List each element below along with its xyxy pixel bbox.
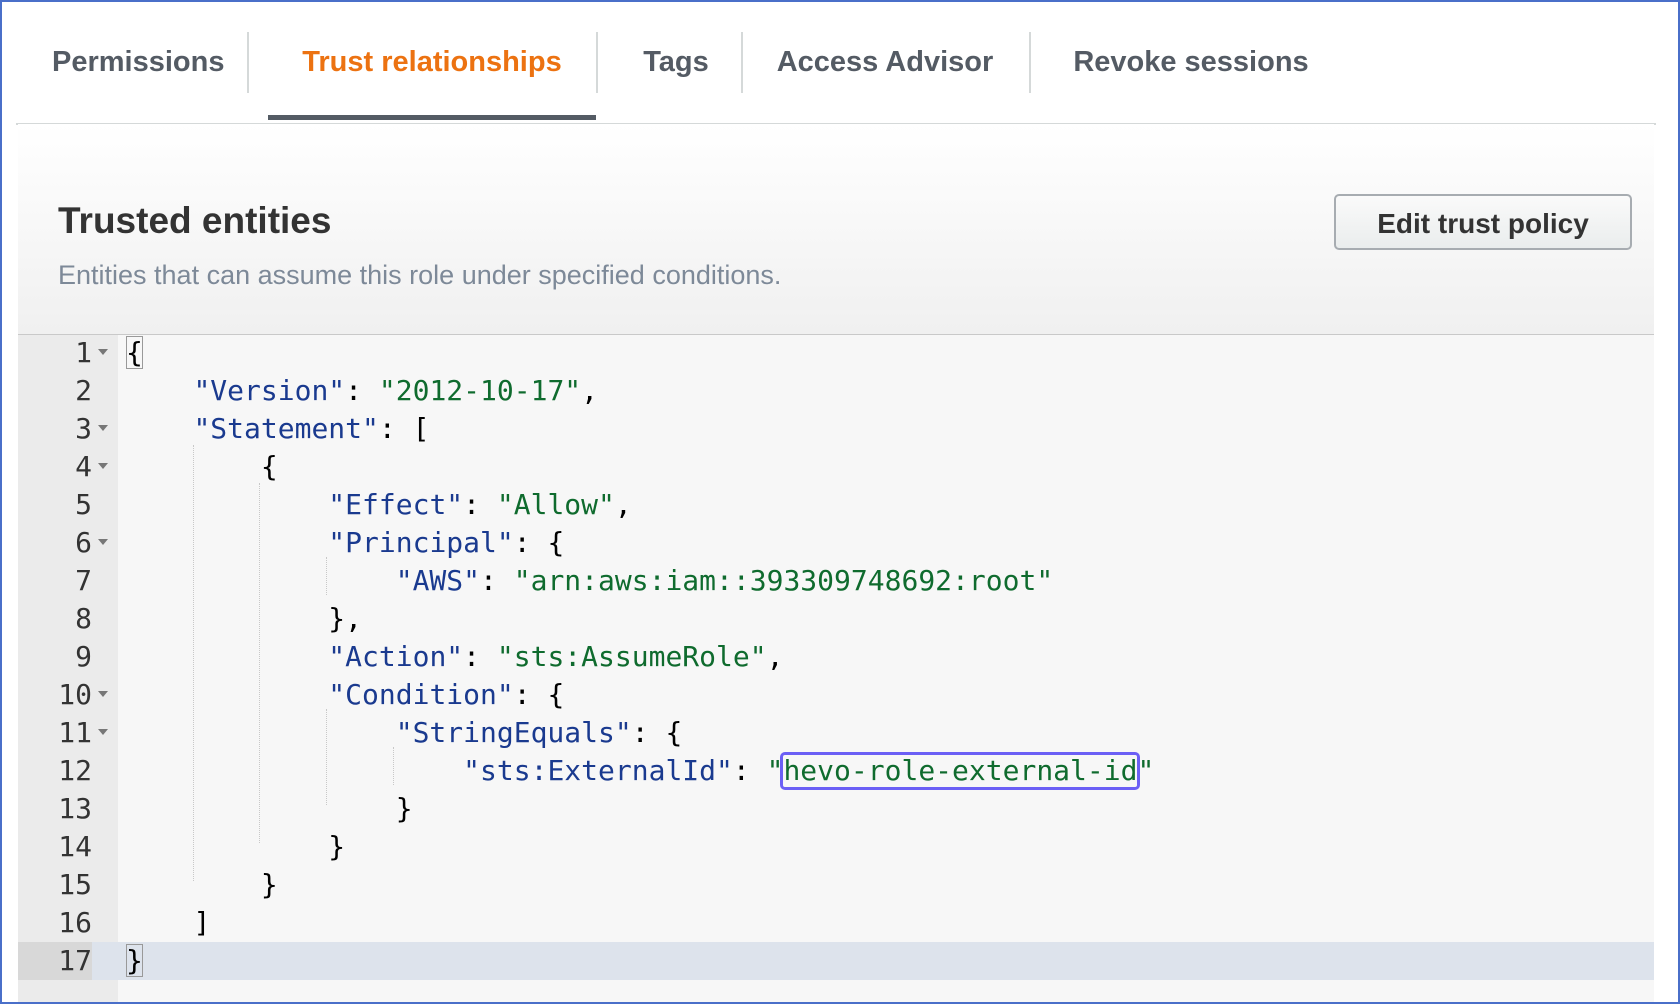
edit-trust-policy-button[interactable]: Edit trust policy (1334, 194, 1632, 250)
code-line: 7 "AWS": "arn:aws:iam::393309748692:root… (18, 562, 1654, 600)
tab-divider (1029, 32, 1031, 93)
role-tabs: Permissions Trust relationships Tags Acc… (16, 2, 1656, 125)
fold-arrow-icon[interactable] (98, 463, 108, 469)
code-line: 5 "Effect": "Allow", (18, 486, 1654, 524)
code-line: 10 "Condition": { (18, 676, 1654, 714)
json-key: "Action" (328, 640, 464, 673)
json-key: "Condition" (328, 678, 514, 711)
json-key: "AWS" (395, 564, 481, 597)
trust-relationships-window: Permissions Trust relationships Tags Acc… (0, 0, 1680, 1004)
json-value: "2012-10-17" (378, 374, 582, 407)
tab-access-advisor[interactable]: Access Advisor (768, 32, 1002, 93)
json-key: "Principal" (328, 526, 514, 559)
line-number: 16 (58, 906, 92, 939)
external-id-highlight: hevo-role-external-id (780, 752, 1141, 790)
line-number: 7 (75, 564, 92, 597)
code-line: 13 } (18, 790, 1654, 828)
json-key: "Statement" (193, 412, 379, 445)
tab-revoke-sessions[interactable]: Revoke sessions (1070, 32, 1312, 93)
code-line: 9 "Action": "sts:AssumeRole", (18, 638, 1654, 676)
panel-description: Entities that can assume this role under… (58, 260, 782, 290)
code-line: 4 { (18, 448, 1654, 486)
tab-divider (596, 32, 598, 93)
line-number: 13 (58, 792, 92, 825)
line-number: 14 (58, 830, 92, 863)
code-line: 15 } (18, 866, 1654, 904)
line-number: 12 (58, 754, 92, 787)
policy-code-editor[interactable]: 1 { 2 "Version": "2012-10-17", 3 "Statem… (18, 334, 1654, 1002)
tab-divider (741, 32, 743, 93)
panel-title: Trusted entities (58, 200, 332, 241)
code-line: 16 ] (18, 904, 1654, 942)
code-line-active: 17 } (18, 942, 1654, 980)
code-line: 2 "Version": "2012-10-17", (18, 372, 1654, 410)
code-line: 3 "Statement": [ (18, 410, 1654, 448)
json-value: "arn:aws:iam::393309748692:root" (513, 564, 1054, 597)
code-line: 12 "sts:ExternalId": "hevo-role-external… (18, 752, 1654, 790)
code-line: 8 }, (18, 600, 1654, 638)
json-key: "Effect" (328, 488, 464, 521)
json-key: "sts:ExternalId" (463, 754, 733, 787)
code-line: 14 } (18, 828, 1654, 866)
fold-arrow-icon[interactable] (98, 729, 108, 735)
fold-arrow-icon[interactable] (98, 539, 108, 545)
line-number: 11 (58, 716, 92, 749)
json-value: "sts:AssumeRole" (496, 640, 767, 673)
fold-arrow-icon[interactable] (98, 425, 108, 431)
code-line: 6 "Principal": { (18, 524, 1654, 562)
code-line: 1 { (18, 334, 1654, 372)
trusted-entities-header: Trusted entities Entities that can assum… (18, 124, 1654, 335)
line-number: 9 (75, 640, 92, 673)
tab-permissions[interactable]: Permissions (52, 32, 224, 93)
fold-arrow-icon[interactable] (98, 691, 108, 697)
code-line: 11 "StringEquals": { (18, 714, 1654, 752)
line-number: 15 (58, 868, 92, 901)
tab-trust-relationships[interactable]: Trust relationships (268, 32, 596, 93)
json-key: "Version" (193, 374, 346, 407)
line-number: 2 (75, 374, 92, 407)
line-number: 1 (75, 336, 92, 369)
tab-tags[interactable]: Tags (616, 32, 736, 93)
active-tab-indicator (268, 115, 596, 120)
line-number: 3 (75, 412, 92, 445)
line-number: 5 (75, 488, 92, 521)
json-value: "Allow" (496, 488, 615, 521)
line-number: 4 (75, 450, 92, 483)
tab-divider (247, 32, 249, 93)
line-number: 6 (75, 526, 92, 559)
line-number: 17 (18, 942, 92, 980)
json-key: "StringEquals" (395, 716, 632, 749)
line-number: 10 (58, 678, 92, 711)
line-number: 8 (75, 602, 92, 635)
fold-arrow-icon[interactable] (98, 349, 108, 355)
